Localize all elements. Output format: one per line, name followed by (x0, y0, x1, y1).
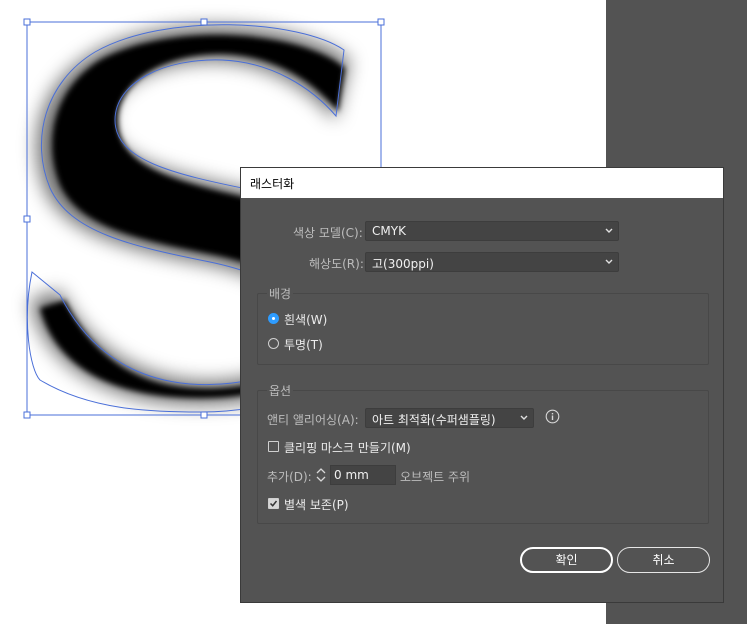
options-legend: 옵션 (267, 382, 294, 399)
resolution-label: 해상도(R): (309, 257, 364, 271)
transparent-radio-label[interactable]: 투명(T) (284, 336, 323, 353)
color-model-value: CMYK (372, 224, 406, 238)
stepper-icon[interactable] (315, 466, 327, 484)
resolution-value: 고(300ppi) (372, 257, 434, 271)
preserve-spot-label[interactable]: 별색 보존(P) (284, 496, 349, 513)
transparent-radio[interactable] (268, 338, 279, 349)
white-radio[interactable] (268, 313, 279, 324)
resolution-select[interactable]: 고(300ppi) (365, 252, 619, 272)
selection-handle[interactable] (200, 18, 208, 26)
selection-handle[interactable] (377, 18, 385, 26)
clipping-mask-checkbox[interactable] (268, 441, 279, 452)
chevron-down-icon (520, 415, 528, 420)
add-amount-input[interactable]: 0 mm (330, 465, 396, 485)
background-legend: 배경 (267, 285, 294, 302)
clipping-mask-label[interactable]: 클리핑 마스크 만들기(M) (284, 439, 411, 456)
cancel-button[interactable]: 취소 (617, 547, 710, 573)
selection-handle[interactable] (23, 411, 31, 419)
ok-button[interactable]: 확인 (520, 547, 613, 573)
antialias-label: 앤티 앨리어싱(A): (267, 413, 359, 427)
dialog-title: 래스터화 (250, 177, 295, 191)
info-icon[interactable] (545, 409, 560, 424)
add-label: 추가(D): (267, 470, 312, 484)
checkmark-icon (269, 500, 278, 507)
chevron-down-icon (605, 228, 613, 233)
preserve-spot-checkbox[interactable] (268, 498, 279, 509)
background-group (257, 293, 709, 365)
add-amount-value: 0 mm (334, 468, 369, 482)
selection-handle[interactable] (23, 18, 31, 26)
selection-handle[interactable] (23, 215, 31, 223)
color-model-label: 색상 모델(C): (293, 226, 363, 240)
antialias-select[interactable]: 아트 최적화(수퍼샘플링) (365, 408, 534, 428)
rasterize-dialog: 래스터화 색상 모델(C): CMYK 해상도(R): 고(300ppi) 배경… (240, 167, 724, 603)
antialias-value: 아트 최적화(수퍼샘플링) (372, 413, 496, 427)
color-model-select[interactable]: CMYK (365, 221, 619, 241)
around-object-label: 오브젝트 주위 (400, 470, 471, 484)
dialog-title-bar[interactable]: 래스터화 (241, 168, 723, 198)
selection-handle[interactable] (200, 411, 208, 419)
chevron-down-icon (605, 259, 613, 264)
white-radio-label[interactable]: 흰색(W) (284, 311, 327, 328)
